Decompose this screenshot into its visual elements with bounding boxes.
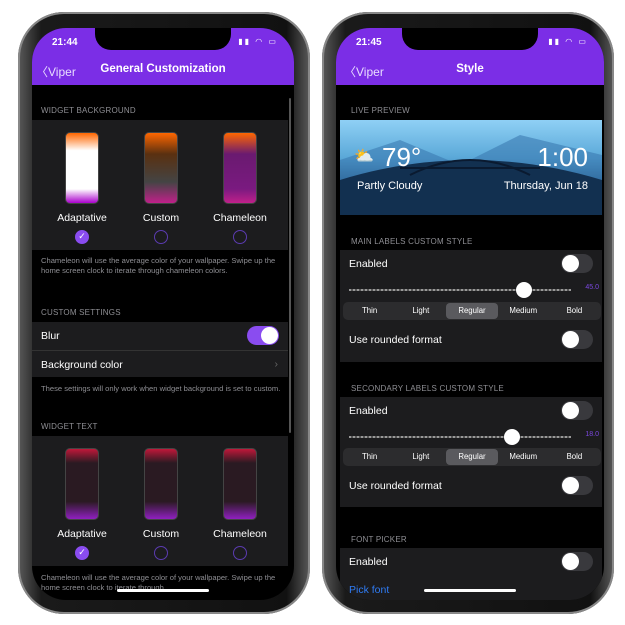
status-time: 21:44 [52,37,78,48]
section-header: CUSTOM SETTINGS [41,308,121,317]
size-slider[interactable] [349,282,571,298]
general-customization-screen: 21:44 ▮▮ ◠ ▭ 〈Viper General Customizatio… [32,28,294,600]
checkmark-icon[interactable]: ✓ [75,230,89,244]
slider-thumb[interactable] [515,282,532,298]
enabled-row: Enabled [340,397,602,424]
segment-medium[interactable]: Medium [498,449,549,465]
radio-circle[interactable] [154,230,168,244]
status-icons: ▮▮ ◠ ▭ [548,37,588,46]
segment-thin[interactable]: Thin [344,449,395,465]
enabled-toggle[interactable] [561,254,593,273]
section-header: LIVE PREVIEW [351,106,410,115]
radio-circle[interactable] [233,546,247,560]
notch [402,28,538,50]
segment-regular[interactable]: Regular [446,303,498,319]
notch [95,28,231,50]
section-header: WIDGET BACKGROUND [41,106,136,115]
segment-light[interactable]: Light [395,303,446,319]
option-chameleon[interactable]: Chameleon [200,448,280,560]
radio-circle[interactable] [154,546,168,560]
size-slider-row: 45.0 [340,280,602,300]
rounded-row: Use rounded format [340,472,602,499]
condition: Partly Cloudy [357,180,423,192]
enabled-toggle[interactable] [561,552,593,571]
segment-regular[interactable]: Regular [446,449,498,465]
home-indicator[interactable] [424,589,516,592]
clock: 1:00 [537,142,588,172]
widget-background-group: Adaptative ✓ Custom Chameleon [32,120,288,250]
preview-thumbnail [144,132,178,204]
widget-text-group: Adaptative ✓ Custom Chameleon [32,436,288,566]
preview-thumbnail [144,448,178,520]
option-adaptative[interactable]: Adaptative ✓ [42,448,122,560]
option-chameleon[interactable]: Chameleon [200,132,280,244]
rounded-toggle[interactable] [561,330,593,349]
main-labels-group: Enabled 45.0 Thin Light Regular Medium Bold … [340,250,602,362]
pick-font-link[interactable]: Pick font [340,576,602,600]
size-value: 18.0 [585,431,599,438]
page-title: Style [456,63,484,75]
partly-cloudy-icon: ⛅ [354,148,374,165]
preview-thumbnail [65,448,99,520]
rounded-toggle[interactable] [561,476,593,495]
section-header: FONT PICKER [351,535,407,544]
chevron-right-icon: › [274,358,279,370]
blur-toggle[interactable] [247,326,279,345]
preview-thumbnail [223,132,257,204]
status-time: 21:45 [356,37,382,48]
segment-thin[interactable]: Thin [344,303,395,319]
status-icons: ▮▮ ◠ ▭ [238,37,278,46]
size-value: 45.0 [585,284,599,291]
preview-thumbnail [223,448,257,520]
size-slider-row: 18.0 [340,427,602,447]
enabled-row: Enabled [340,548,602,575]
blur-row: Blur [32,322,288,349]
scrollbar[interactable] [289,98,291,433]
footnote: Chameleon will use the average color of … [41,256,276,275]
option-custom[interactable]: Custom [121,132,201,244]
size-slider[interactable] [349,429,571,445]
option-custom[interactable]: Custom [121,448,201,560]
option-adaptative[interactable]: Adaptative ✓ [42,132,122,244]
segment-bold[interactable]: Bold [549,449,600,465]
rounded-row: Use rounded format [340,326,602,353]
style-screen: 21:45 ▮▮ ◠ ▭ 〈Viper Style LIVE PREVIEW ⛅… [336,28,604,600]
home-indicator[interactable] [117,589,209,592]
custom-settings-group: Blur Background color › [32,322,288,377]
page-title: General Customization [100,63,226,75]
secondary-labels-group: Enabled 18.0 Thin Light Regular Medium Bold … [340,397,602,507]
segment-medium[interactable]: Medium [498,303,549,319]
live-preview: ⛅ 79° Partly Cloudy 1:00 Thursday, Jun 1… [340,120,602,215]
slider-thumb[interactable] [504,429,521,445]
checkmark-icon[interactable]: ✓ [75,546,89,560]
enabled-toggle[interactable] [561,401,593,420]
font-picker-group: Enabled Pick font [340,548,602,600]
right-phone: 21:45 ▮▮ ◠ ▭ 〈Viper Style LIVE PREVIEW ⛅… [322,12,614,614]
temperature: 79° [382,142,422,172]
date: Thursday, Jun 18 [503,180,588,192]
segment-bold[interactable]: Bold [549,303,600,319]
background-color-row[interactable]: Background color › [32,350,288,377]
weight-segmented-control: Thin Light Regular Medium Bold [343,302,601,320]
preview-thumbnail [65,132,99,204]
weight-segmented-control: Thin Light Regular Medium Bold [343,448,601,466]
segment-light[interactable]: Light [395,449,446,465]
radio-circle[interactable] [233,230,247,244]
section-header: MAIN LABELS CUSTOM STYLE [351,237,473,246]
section-header: WIDGET TEXT [41,422,98,431]
section-header: SECONDARY LABELS CUSTOM STYLE [351,384,504,393]
left-phone: 21:44 ▮▮ ◠ ▭ 〈Viper General Customizatio… [18,12,310,614]
footnote: These settings will only work when widge… [41,384,281,393]
enabled-row: Enabled [340,250,602,277]
